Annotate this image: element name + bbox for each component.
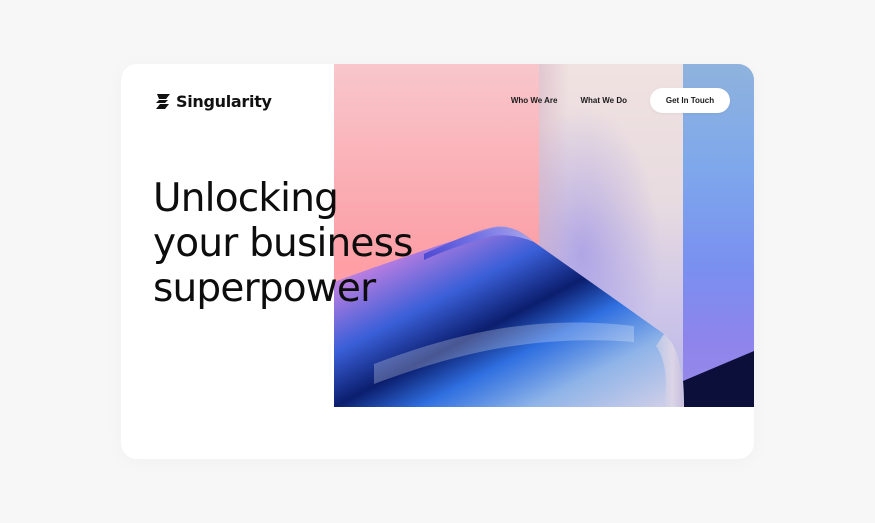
top-nav: Who We Are What We Do Get In Touch: [511, 88, 730, 113]
headline-line: Unlocking: [153, 176, 339, 221]
get-in-touch-button[interactable]: Get In Touch: [650, 88, 730, 113]
hero-headline: Unlocking your business superpower: [153, 176, 413, 311]
nav-link-who-we-are[interactable]: Who We Are: [511, 96, 558, 105]
headline-line: your business: [153, 221, 413, 266]
lightning-s-logo-icon: [156, 94, 170, 109]
headline-line: superpower: [153, 266, 376, 311]
nav-link-what-we-do[interactable]: What We Do: [580, 96, 627, 105]
landing-card: Singularity Who We Are What We Do Get In…: [121, 64, 754, 459]
brand[interactable]: Singularity: [153, 91, 272, 111]
brand-name: Singularity: [176, 91, 272, 111]
